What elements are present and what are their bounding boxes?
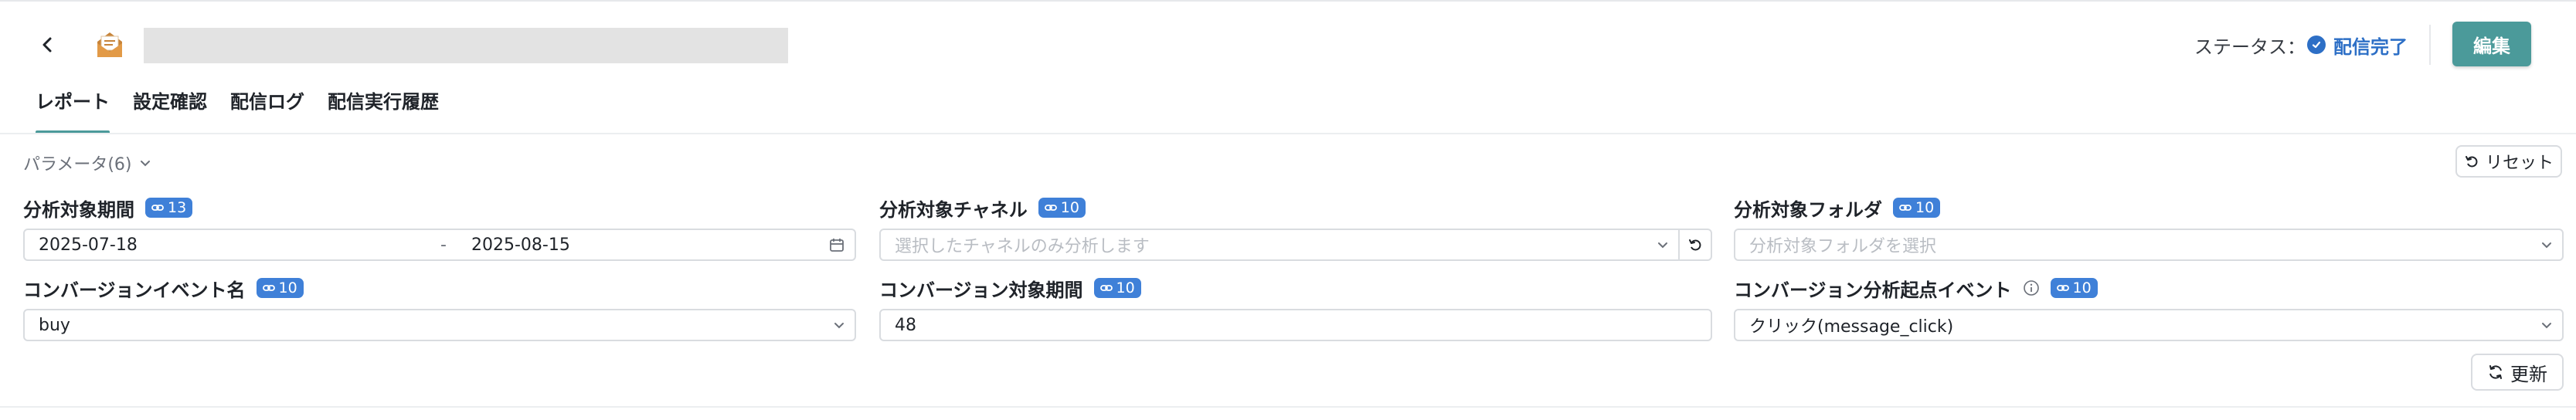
header-divider [2429,25,2431,65]
section-divider [0,406,2576,408]
parameters-toggle[interactable]: パラメータ(6) [23,150,152,176]
chevron-left-icon [42,37,52,52]
period-end-input[interactable]: 2025-08-15 [464,235,819,255]
tab-delivery-log[interactable]: 配信ログ [230,85,304,134]
period-label: 分析対象期間 13 [23,195,193,221]
chevron-down-icon[interactable] [1647,238,1678,252]
channel-label: 分析対象チャネル 10 [879,195,1086,221]
conv-event-value: buy [39,315,70,335]
folder-select-placeholder: 分析対象フォルダを選択 [1749,237,1937,256]
update-button[interactable]: 更新 [2471,354,2564,391]
reset-button[interactable]: リセット [2455,145,2562,178]
conv-event-label-text: コンバージョンイベント名 [23,279,246,301]
conv-period-badge-count: 10 [1116,279,1135,296]
link-icon [1899,205,1912,211]
link-icon [151,205,164,211]
tab-report[interactable]: レポート [36,85,110,134]
calendar-icon[interactable] [819,237,855,252]
parameters-toggle-label: パラメータ(6) [23,155,132,174]
tab-divider [0,133,2576,134]
status-badge: 配信完了 [2307,29,2408,60]
info-icon[interactable] [2023,279,2040,296]
tab-execution-history[interactable]: 配信実行履歴 [328,85,439,134]
tab-bar: レポート 設定確認 配信ログ 配信実行履歴 [36,85,439,134]
edit-button[interactable]: 編集 [2452,22,2531,66]
link-icon [262,285,275,291]
conv-origin-link-badge[interactable]: 10 [2050,278,2098,298]
mail-open-icon [93,28,127,62]
conv-period-value: 48 [895,315,916,335]
channel-link-badge[interactable]: 10 [1038,198,1086,218]
back-button[interactable] [32,29,63,60]
conv-origin-label: コンバージョン分析起点イベント 10 [1734,275,2098,301]
chevron-down-icon[interactable] [824,318,855,332]
chevron-down-icon[interactable] [2531,238,2562,252]
conv-origin-badge-count: 10 [2072,279,2092,296]
chevron-down-icon [140,161,150,167]
channel-reset-button[interactable] [1678,230,1711,259]
undo-icon [1689,239,1701,251]
period-start-input[interactable]: 2025-07-18 [25,235,440,255]
conv-period-link-badge[interactable]: 10 [1093,278,1141,298]
folder-select[interactable]: 分析対象フォルダを選択 [1734,229,2564,261]
period-label-text: 分析対象期間 [23,198,134,221]
status-label: ステータス： [2194,36,2306,58]
channel-badge-count: 10 [1060,199,1079,216]
conv-event-badge-count: 10 [278,279,297,296]
top-border [0,0,2576,2]
conv-period-label: コンバージョン対象期間 10 [879,275,1141,301]
link-icon [1044,205,1057,211]
conv-origin-select[interactable]: クリック(message_click) [1734,309,2564,341]
chevron-down-icon[interactable] [2531,318,2562,332]
folder-label: 分析対象フォルダ 10 [1734,195,1941,221]
folder-link-badge[interactable]: 10 [1893,198,1941,218]
period-link-badge[interactable]: 13 [145,198,193,218]
period-range-field[interactable]: 2025-07-18 - 2025-08-15 [23,229,856,261]
update-label: 更新 [2510,363,2547,385]
channel-label-text: 分析対象チャネル [879,198,1028,221]
check-circle-icon [2307,36,2326,54]
conv-origin-label-text: コンバージョン分析起点イベント [1734,279,2012,301]
conv-origin-value: クリック(message_click) [1749,317,1954,337]
link-icon [1099,285,1113,291]
undo-icon [2465,156,2478,168]
status-value: 配信完了 [2333,36,2408,58]
refresh-icon [2489,365,2502,379]
folder-label-text: 分析対象フォルダ [1734,198,1882,221]
conv-event-select[interactable]: buy [23,309,856,341]
period-separator: - [440,235,447,255]
page-title-placeholder [144,28,788,63]
period-badge-count: 13 [168,199,187,216]
channel-select[interactable]: 選択したチャネルのみ分析します [879,229,1712,261]
conv-period-input[interactable]: 48 [879,309,1712,341]
channel-select-placeholder: 選択したチャネルのみ分析します [895,237,1150,256]
link-icon [2056,285,2069,291]
conv-event-link-badge[interactable]: 10 [256,278,304,298]
conv-event-label: コンバージョンイベント名 10 [23,275,304,301]
conv-period-label-text: コンバージョン対象期間 [879,279,1083,301]
folder-badge-count: 10 [1915,199,1935,216]
reset-label: リセット [2485,154,2554,173]
tab-settings-check[interactable]: 設定確認 [133,85,207,134]
